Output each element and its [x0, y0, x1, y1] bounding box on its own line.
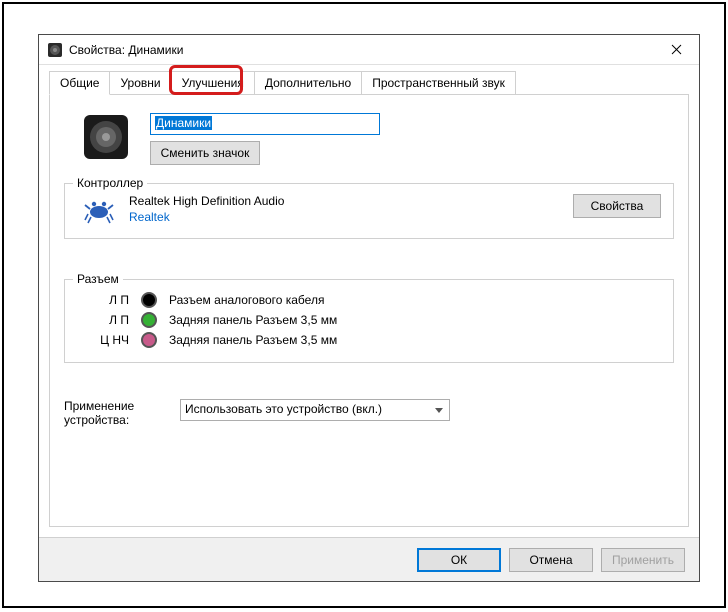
controller-name: Realtek High Definition Audio: [129, 194, 559, 208]
jack-label: Л П: [77, 290, 135, 310]
apply-button[interactable]: Применить: [601, 548, 685, 572]
jack-color-icon: [141, 332, 157, 348]
tab-panel-general: Динамики Сменить значок Контроллер Realt…: [49, 94, 689, 527]
window-title: Свойства: Динамики: [69, 43, 654, 57]
controller-vendor-link[interactable]: Realtek: [129, 210, 559, 224]
controller-legend: Контроллер: [73, 176, 147, 190]
device-section: Динамики Сменить значок: [64, 113, 674, 165]
dialog-button-bar: ОК Отмена Применить: [39, 537, 699, 581]
close-button[interactable]: [654, 35, 699, 65]
jack-desc: Задняя панель Разъем 3,5 мм: [163, 310, 343, 330]
speaker-icon: [47, 42, 63, 58]
jack-desc: Разъем аналогового кабеля: [163, 290, 343, 310]
controller-properties-button[interactable]: Свойства: [573, 194, 661, 218]
tab-spatial[interactable]: Пространственный звук: [361, 71, 516, 94]
device-usage-section: Применение устройства: Использовать это …: [64, 399, 674, 427]
tabs: Общие Уровни Улучшения Дополнительно Про…: [39, 65, 699, 94]
tab-general[interactable]: Общие: [49, 71, 110, 95]
device-large-icon: [82, 113, 130, 161]
properties-dialog: Свойства: Динамики Общие Уровни Улучшени…: [38, 34, 700, 582]
tab-advanced[interactable]: Дополнительно: [254, 71, 362, 94]
jack-color-icon: [141, 292, 157, 308]
jack-row: Л П Разъем аналогового кабеля: [77, 290, 343, 310]
jacks-table: Л П Разъем аналогового кабеля Л П Задняя…: [77, 290, 343, 350]
jacks-fieldset: Разъем Л П Разъем аналогового кабеля Л П…: [64, 279, 674, 363]
realtek-crab-icon: [83, 194, 115, 226]
jacks-legend: Разъем: [73, 272, 123, 286]
tab-enhancements[interactable]: Улучшения: [171, 71, 255, 94]
jack-row: Ц НЧ Задняя панель Разъем 3,5 мм: [77, 330, 343, 350]
change-icon-button[interactable]: Сменить значок: [150, 141, 260, 165]
ok-button[interactable]: ОК: [417, 548, 501, 572]
tab-levels[interactable]: Уровни: [109, 71, 171, 94]
jack-label: Л П: [77, 310, 135, 330]
jack-desc: Задняя панель Разъем 3,5 мм: [163, 330, 343, 350]
jack-row: Л П Задняя панель Разъем 3,5 мм: [77, 310, 343, 330]
device-name-input[interactable]: Динамики: [150, 113, 380, 135]
close-icon: [671, 44, 682, 55]
jack-label: Ц НЧ: [77, 330, 135, 350]
usage-label: Применение устройства:: [64, 399, 160, 427]
controller-fieldset: Контроллер Realtek High Definition Audio…: [64, 183, 674, 239]
usage-select[interactable]: Использовать это устройство (вкл.): [180, 399, 450, 421]
titlebar: Свойства: Динамики: [39, 35, 699, 65]
jack-color-icon: [141, 312, 157, 328]
cancel-button[interactable]: Отмена: [509, 548, 593, 572]
